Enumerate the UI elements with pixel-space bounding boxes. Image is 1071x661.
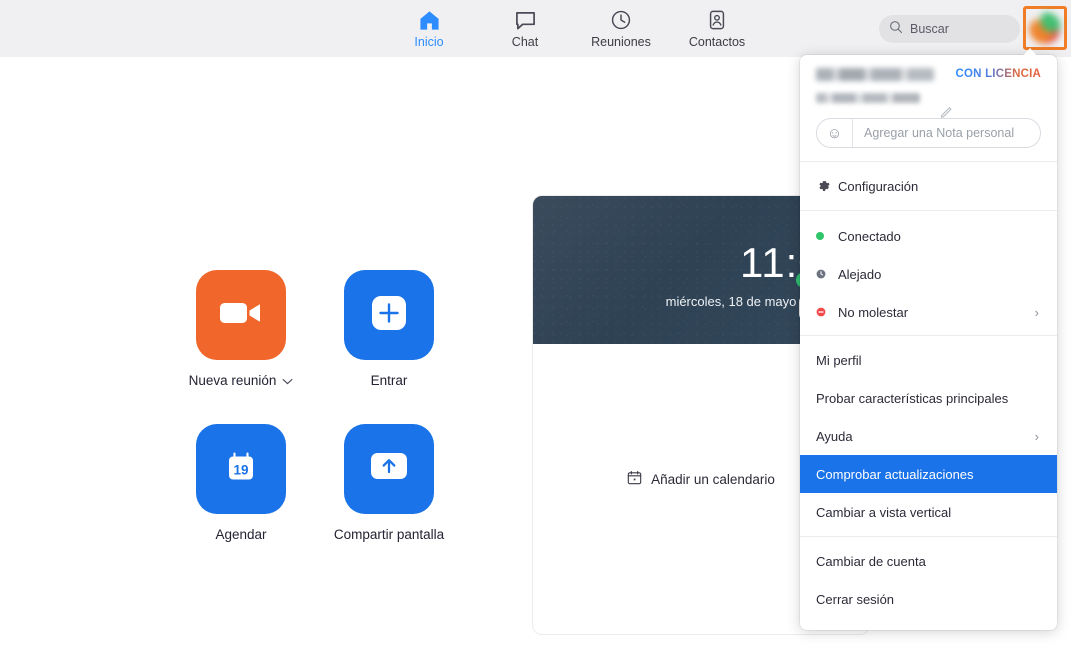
chevron-right-icon: ›	[1035, 429, 1039, 444]
menu-item-cambiar-vista-vertical-label: Cambiar a vista vertical	[816, 505, 951, 520]
join-meeting-tile	[344, 270, 434, 360]
profile-email-redacted	[816, 93, 920, 103]
clock-away-icon	[816, 269, 838, 279]
menu-item-probar-caracteristicas[interactable]: Probar características principales	[800, 379, 1057, 417]
home-action-grid: Nueva reunión Entrar	[193, 270, 437, 578]
search-icon	[889, 20, 903, 39]
contact-card-icon	[706, 8, 728, 32]
main-navigation: Inicio Chat Reuniones Contactos	[398, 5, 748, 49]
pencil-icon[interactable]	[940, 105, 953, 123]
personal-note-placeholder: Agregar una Nota personal	[853, 126, 1014, 140]
menu-item-configuracion-label: Configuración	[838, 179, 918, 194]
schedule-tile: 19	[196, 424, 286, 514]
menu-item-ayuda-label: Ayuda	[816, 429, 853, 444]
app-header: Inicio Chat Reuniones Contactos	[0, 0, 1071, 57]
schedule-button[interactable]: 19 Agendar	[193, 424, 289, 542]
chat-bubble-icon	[514, 8, 537, 32]
green-dot-icon	[816, 232, 838, 240]
tab-inicio[interactable]: Inicio	[398, 5, 460, 49]
gear-icon	[816, 179, 838, 193]
menu-item-cerrar-sesion-label: Cerrar sesión	[816, 592, 894, 607]
new-meeting-tile	[196, 270, 286, 360]
chevron-down-icon[interactable]	[282, 373, 293, 388]
share-screen-tile	[344, 424, 434, 514]
action-row-top: Nueva reunión Entrar	[193, 270, 437, 388]
tab-chat[interactable]: Chat	[494, 5, 556, 49]
personal-note-input[interactable]: ☺ Agregar una Nota personal	[816, 118, 1041, 148]
menu-item-mi-perfil-label: Mi perfil	[816, 353, 862, 368]
menu-item-comprobar-actualizaciones[interactable]: Comprobar actualizaciones	[800, 455, 1057, 493]
clock-icon	[610, 8, 632, 32]
zoom-app-window: Inicio Chat Reuniones Contactos	[0, 0, 1071, 661]
menu-item-cambiar-vista-vertical[interactable]: Cambiar a vista vertical	[800, 493, 1057, 531]
menu-item-configuracion[interactable]: Configuración	[800, 167, 1057, 205]
tab-chat-label: Chat	[512, 35, 538, 49]
new-meeting-button[interactable]: Nueva reunión	[193, 270, 289, 388]
share-screen-label: Compartir pantalla	[334, 527, 444, 542]
dropdown-profile-header: CON LICENCIA	[800, 55, 1057, 103]
smiley-icon[interactable]: ☺	[817, 119, 853, 147]
menu-item-comprobar-actualizaciones-label: Comprobar actualizaciones	[816, 467, 974, 482]
status-item-alejado[interactable]: Alejado	[800, 255, 1057, 293]
status-item-conectado[interactable]: Conectado	[800, 217, 1057, 255]
menu-item-cambiar-de-cuenta[interactable]: Cambiar de cuenta	[800, 542, 1057, 580]
home-icon	[418, 8, 441, 32]
tab-contactos[interactable]: Contactos	[686, 5, 748, 49]
calendar-19-icon: 19	[221, 447, 261, 492]
share-screen-label-wrap: Compartir pantalla	[334, 527, 444, 542]
new-meeting-label-wrap: Nueva reunión	[189, 373, 294, 388]
secondary-items-group: Cambiar de cuenta Cerrar sesión	[800, 537, 1057, 623]
status-group: Conectado Alejado No molestar ›	[800, 211, 1057, 335]
status-item-no-molestar-label: No molestar	[838, 305, 908, 320]
share-screen-button[interactable]: Compartir pantalla	[341, 424, 437, 542]
menu-item-mi-perfil[interactable]: Mi perfil	[800, 341, 1057, 379]
new-meeting-label: Nueva reunión	[189, 373, 277, 388]
status-item-conectado-label: Conectado	[838, 229, 901, 244]
tab-inicio-label: Inicio	[414, 35, 443, 49]
schedule-label: Agendar	[215, 527, 266, 542]
status-item-alejado-label: Alejado	[838, 267, 881, 282]
menu-item-ayuda[interactable]: Ayuda ›	[800, 417, 1057, 455]
search-placeholder: Buscar	[910, 22, 949, 36]
tab-reuniones-label: Reuniones	[591, 35, 651, 49]
profile-name-redacted	[816, 68, 934, 81]
settings-group: Configuración	[800, 162, 1057, 210]
search-input[interactable]: Buscar	[879, 15, 1020, 43]
action-row-bottom: 19 Agendar Compartir pantalla	[193, 424, 437, 542]
svg-text:19: 19	[233, 462, 248, 477]
share-screen-arrow-icon	[367, 450, 411, 489]
schedule-label-wrap: Agendar	[215, 527, 266, 542]
menu-item-cerrar-sesion[interactable]: Cerrar sesión	[800, 580, 1057, 618]
avatar	[1029, 12, 1061, 44]
tab-reuniones[interactable]: Reuniones	[590, 5, 652, 49]
menu-item-cambiar-de-cuenta-label: Cambiar de cuenta	[816, 554, 926, 569]
chevron-right-icon: ›	[1035, 305, 1039, 320]
license-badge: CON LICENCIA	[956, 68, 1041, 103]
join-meeting-label: Entrar	[371, 373, 408, 388]
red-dot-icon	[816, 307, 838, 317]
primary-items-group: Mi perfil Probar características princip…	[800, 336, 1057, 536]
plus-icon	[369, 293, 409, 338]
menu-item-probar-caracteristicas-label: Probar características principales	[816, 391, 1008, 406]
status-item-no-molestar[interactable]: No molestar ›	[800, 293, 1057, 331]
profile-dropdown-menu: CON LICENCIA ☺ Agregar una Nota personal…	[800, 55, 1057, 630]
avatar-button[interactable]	[1023, 6, 1067, 50]
calendar-icon	[627, 470, 642, 488]
add-calendar-label: Añadir un calendario	[651, 472, 775, 487]
tab-contactos-label: Contactos	[689, 35, 745, 49]
join-meeting-button[interactable]: Entrar	[341, 270, 437, 388]
join-meeting-label-wrap: Entrar	[371, 373, 408, 388]
video-camera-icon	[218, 298, 264, 333]
